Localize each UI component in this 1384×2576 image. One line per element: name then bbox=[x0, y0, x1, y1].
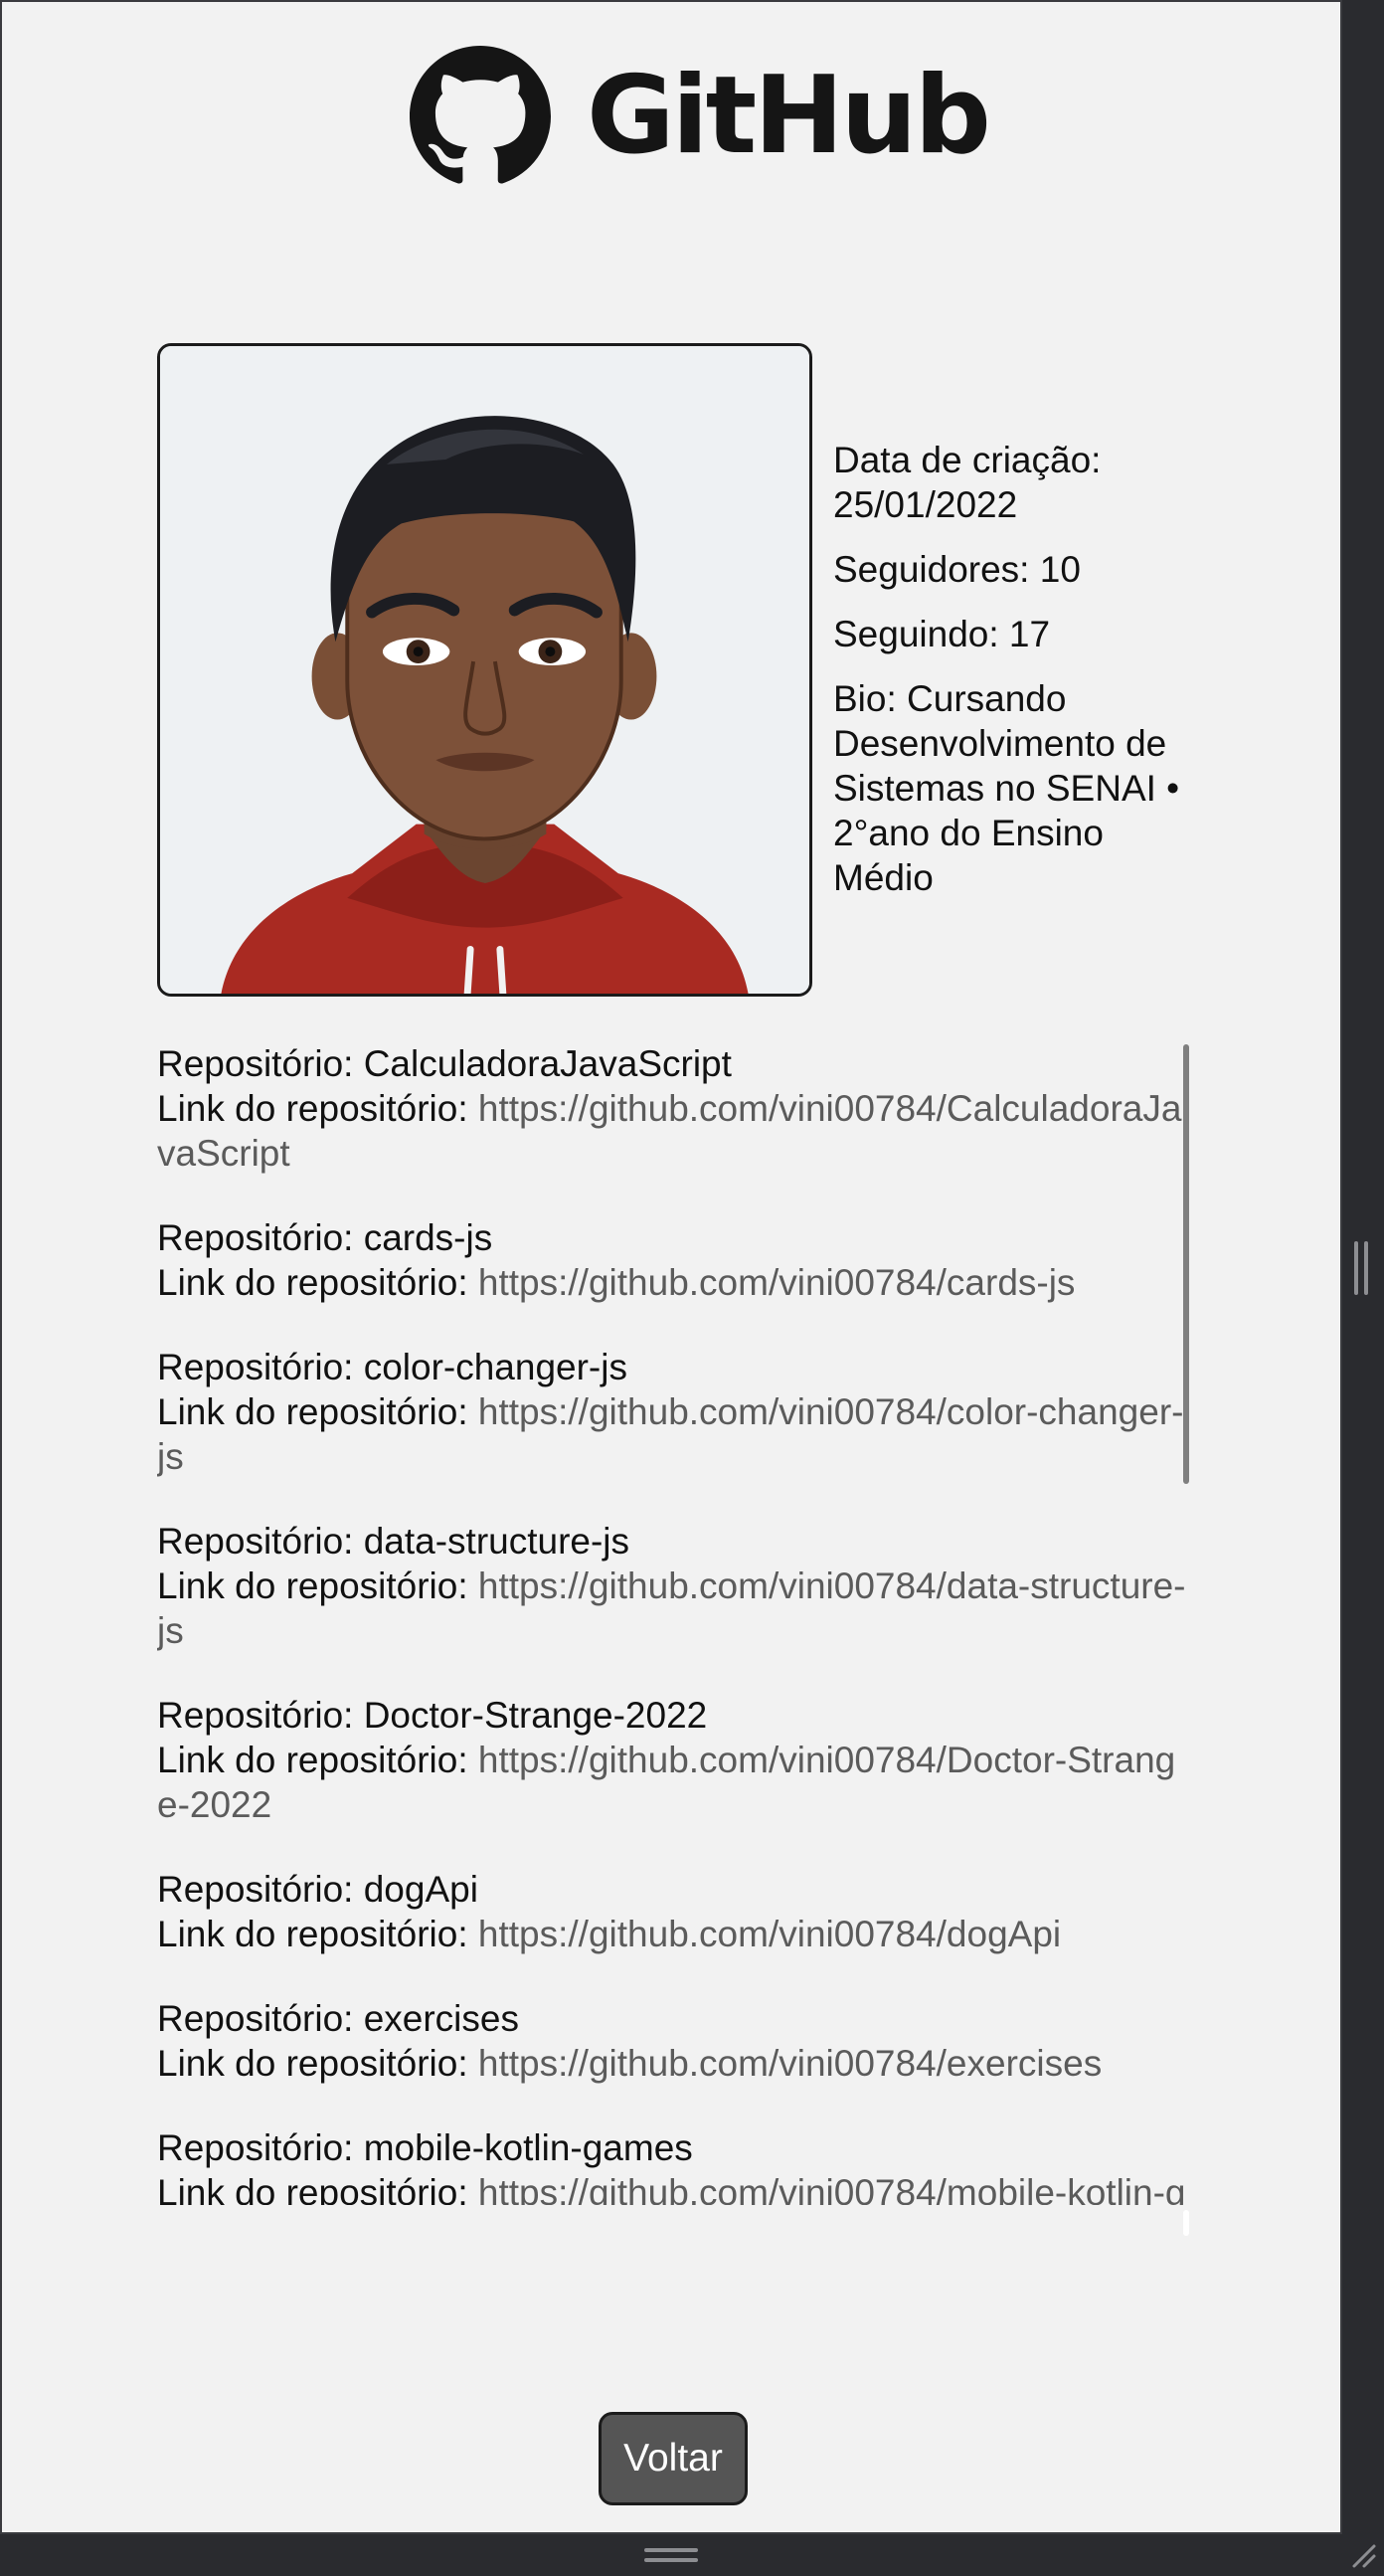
back-button[interactable]: Voltar bbox=[599, 2412, 748, 2505]
repo-link-row: Link do repositório: https://github.com/… bbox=[157, 1564, 1186, 1653]
followers-count: Seguidores: 10 bbox=[833, 549, 1081, 590]
repo-name: Repositório: data-structure-js bbox=[157, 1521, 630, 1562]
repo-link-label: Link do repositório: bbox=[157, 2043, 478, 2084]
repo-link-row: Link do repositório: https://github.com/… bbox=[157, 1738, 1186, 1827]
repo-link-row: Link do repositório: https://github.com/… bbox=[157, 2170, 1186, 2205]
repo-link[interactable]: https://github.com/vini00784/exercises bbox=[478, 2043, 1102, 2084]
repo-name: Repositório: dogApi bbox=[157, 1869, 478, 1910]
repo-link[interactable]: https://github.com/vini00784/dogApi bbox=[478, 1914, 1061, 1954]
list-item: Repositório: Doctor-Strange-2022 Link do… bbox=[157, 1693, 1186, 1827]
repo-name: Repositório: cards-js bbox=[157, 1217, 493, 1258]
repo-link-label: Link do repositório: bbox=[157, 1391, 478, 1432]
repo-link-label: Link do repositório: bbox=[157, 1088, 478, 1129]
page-viewport: GitHub Data de criação: 25/01/2022 Segui… bbox=[0, 0, 1342, 2534]
repository-list[interactable]: Repositório: CalculadoraJavaScript Link … bbox=[157, 1041, 1186, 2205]
repo-link-row: Link do repositório: https://github.com/… bbox=[157, 2041, 1186, 2086]
list-item: Repositório: exercises Link do repositór… bbox=[157, 1996, 1186, 2086]
list-item: Repositório: color-changer-js Link do re… bbox=[157, 1345, 1186, 1479]
repo-link-label: Link do repositório: bbox=[157, 1914, 478, 1954]
repo-link-label: Link do repositório: bbox=[157, 1565, 478, 1606]
repo-link-row: Link do repositório: https://github.com/… bbox=[157, 1086, 1186, 1176]
side-resize-handle[interactable] bbox=[1354, 1241, 1368, 1295]
list-item: Repositório: data-structure-js Link do r… bbox=[157, 1519, 1186, 1653]
scrollbar-end-marker bbox=[1183, 2210, 1189, 2236]
repo-name: Repositório: mobile-kotlin-games bbox=[157, 2127, 693, 2168]
profile-info: Data de criação: 25/01/2022 Seguidores: … bbox=[833, 438, 1211, 920]
resize-grip-icon[interactable] bbox=[1346, 2538, 1378, 2570]
repo-link-row: Link do repositório: https://github.com/… bbox=[157, 1389, 1186, 1479]
logo-wordmark: GitHub bbox=[587, 54, 991, 178]
repo-name: Repositório: color-changer-js bbox=[157, 1347, 627, 1387]
list-item: Repositório: cards-js Link do repositóri… bbox=[157, 1215, 1186, 1305]
creation-date: Data de criação: 25/01/2022 bbox=[833, 440, 1102, 525]
repo-name: Repositório: Doctor-Strange-2022 bbox=[157, 1695, 708, 1736]
repo-link[interactable]: https://github.com/vini00784/cards-js bbox=[478, 1262, 1076, 1303]
bottom-resize-handle[interactable] bbox=[644, 2548, 698, 2562]
github-octocat-icon bbox=[410, 46, 551, 184]
repo-link-label: Link do repositório: bbox=[157, 1740, 478, 1780]
repo-name: Repositório: exercises bbox=[157, 1998, 519, 2039]
following-count: Seguindo: 17 bbox=[833, 614, 1051, 654]
scrollbar-thumb[interactable] bbox=[1183, 1044, 1189, 1484]
github-logo: GitHub bbox=[410, 46, 991, 187]
list-item: Repositório: dogApi Link do repositório:… bbox=[157, 1867, 1186, 1956]
list-item: Repositório: CalculadoraJavaScript Link … bbox=[157, 1041, 1186, 1176]
repo-link-row: Link do repositório: https://github.com/… bbox=[157, 1260, 1186, 1305]
repo-link-label: Link do repositório: bbox=[157, 2172, 478, 2205]
repo-name: Repositório: CalculadoraJavaScript bbox=[157, 1043, 732, 1084]
avatar bbox=[157, 343, 812, 997]
list-item: Repositório: mobile-kotlin-games Link do… bbox=[157, 2125, 1186, 2205]
bio-text: Bio: Cursando Desenvolvimento de Sistema… bbox=[833, 678, 1180, 898]
repo-link-label: Link do repositório: bbox=[157, 1262, 478, 1303]
repo-link-row: Link do repositório: https://github.com/… bbox=[157, 1912, 1186, 1956]
avatar-illustration bbox=[160, 346, 809, 994]
